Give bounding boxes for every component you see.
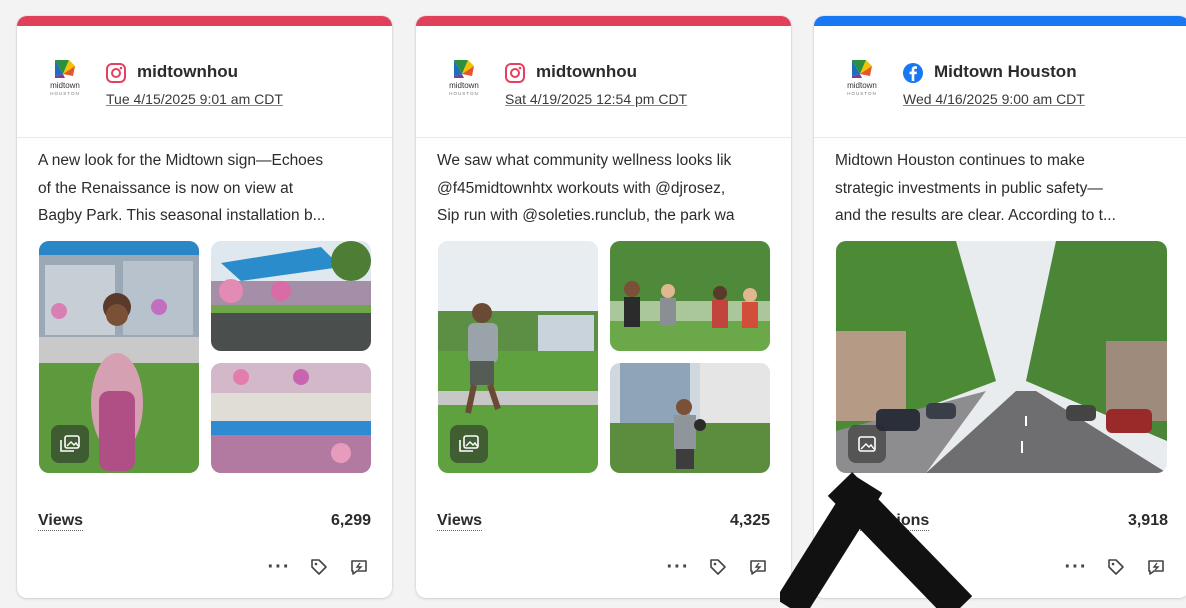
post-date-link[interactable]: Wed 4/16/2025 9:00 am CDT [903,91,1085,107]
midtown-logo: midtown HOUSTON [840,54,884,98]
post-image[interactable] [610,241,770,351]
post-cards-row: midtown HOUSTON midtownhou Tue 4/15/2025… [0,0,1186,608]
post-card[interactable]: midtown HOUSTON midtownhou Sat 4/19/2025… [416,16,791,598]
post-card[interactable]: midtown HOUSTON Midtown Houston Wed 4/16… [814,16,1186,598]
tag-icon[interactable] [705,555,731,579]
post-image[interactable] [211,241,371,351]
metric-label[interactable]: Views [437,512,483,531]
metric-value: 6,299 [330,512,371,529]
midtown-logo: midtown HOUSTON [43,54,87,98]
post-image[interactable] [836,241,1167,473]
more-options-button[interactable]: ··· [266,555,292,579]
more-options-button[interactable]: ··· [1063,555,1089,579]
platform-color-bar [17,16,392,26]
post-image[interactable] [438,241,598,473]
account-name[interactable]: midtownhou [536,62,637,82]
post-card-header: midtown HOUSTON Midtown Houston Wed 4/16… [814,26,1186,138]
svg-text:midtown: midtown [449,81,479,90]
more-options-button[interactable]: ··· [665,555,691,579]
facebook-icon [902,62,924,84]
svg-text:HOUSTON: HOUSTON [449,91,478,96]
gallery-icon [51,425,89,463]
reply-comment-icon[interactable] [745,555,771,579]
post-card-header: midtown HOUSTON midtownhou Tue 4/15/2025… [17,26,392,138]
card-actions: ··· [665,555,771,579]
post-card[interactable]: midtown HOUSTON midtownhou Tue 4/15/2025… [17,16,392,598]
post-image[interactable] [610,363,770,473]
gallery-icon [848,425,886,463]
post-date-link[interactable]: Sat 4/19/2025 12:54 pm CDT [505,91,687,107]
metric-label[interactable]: Views [38,512,84,531]
account-name[interactable]: Midtown Houston [934,62,1077,82]
card-actions: ··· [1063,555,1169,579]
account-name[interactable]: midtownhou [137,62,238,82]
metric-value: 3,918 [1127,512,1168,529]
post-image[interactable] [39,241,199,473]
post-card-header: midtown HOUSTON midtownhou Sat 4/19/2025… [416,26,791,138]
tag-icon[interactable] [1103,555,1129,579]
metric-value: 4,325 [729,512,770,529]
reply-comment-icon[interactable] [346,555,372,579]
midtown-logo: midtown HOUSTON [442,54,486,98]
platform-color-bar [814,16,1186,26]
post-text: Midtown Houston continues to make strate… [835,152,1116,224]
post-text: We saw what community wellness looks lik… [437,152,735,224]
instagram-icon [105,62,127,84]
card-actions: ··· [266,555,372,579]
instagram-icon [504,62,526,84]
svg-text:HOUSTON: HOUSTON [50,91,79,96]
tag-icon[interactable] [306,555,332,579]
svg-text:midtown: midtown [50,81,80,90]
post-date-link[interactable]: Tue 4/15/2025 9:01 am CDT [106,91,283,107]
post-text: A new look for the Midtown sign—Echoes o… [38,152,326,224]
svg-text:HOUSTON: HOUSTON [847,91,876,96]
post-image[interactable] [211,363,371,473]
gallery-icon [450,425,488,463]
reply-comment-icon[interactable] [1143,555,1169,579]
platform-color-bar [416,16,791,26]
metric-label[interactable]: Impressions [835,512,930,531]
svg-text:midtown: midtown [847,81,877,90]
